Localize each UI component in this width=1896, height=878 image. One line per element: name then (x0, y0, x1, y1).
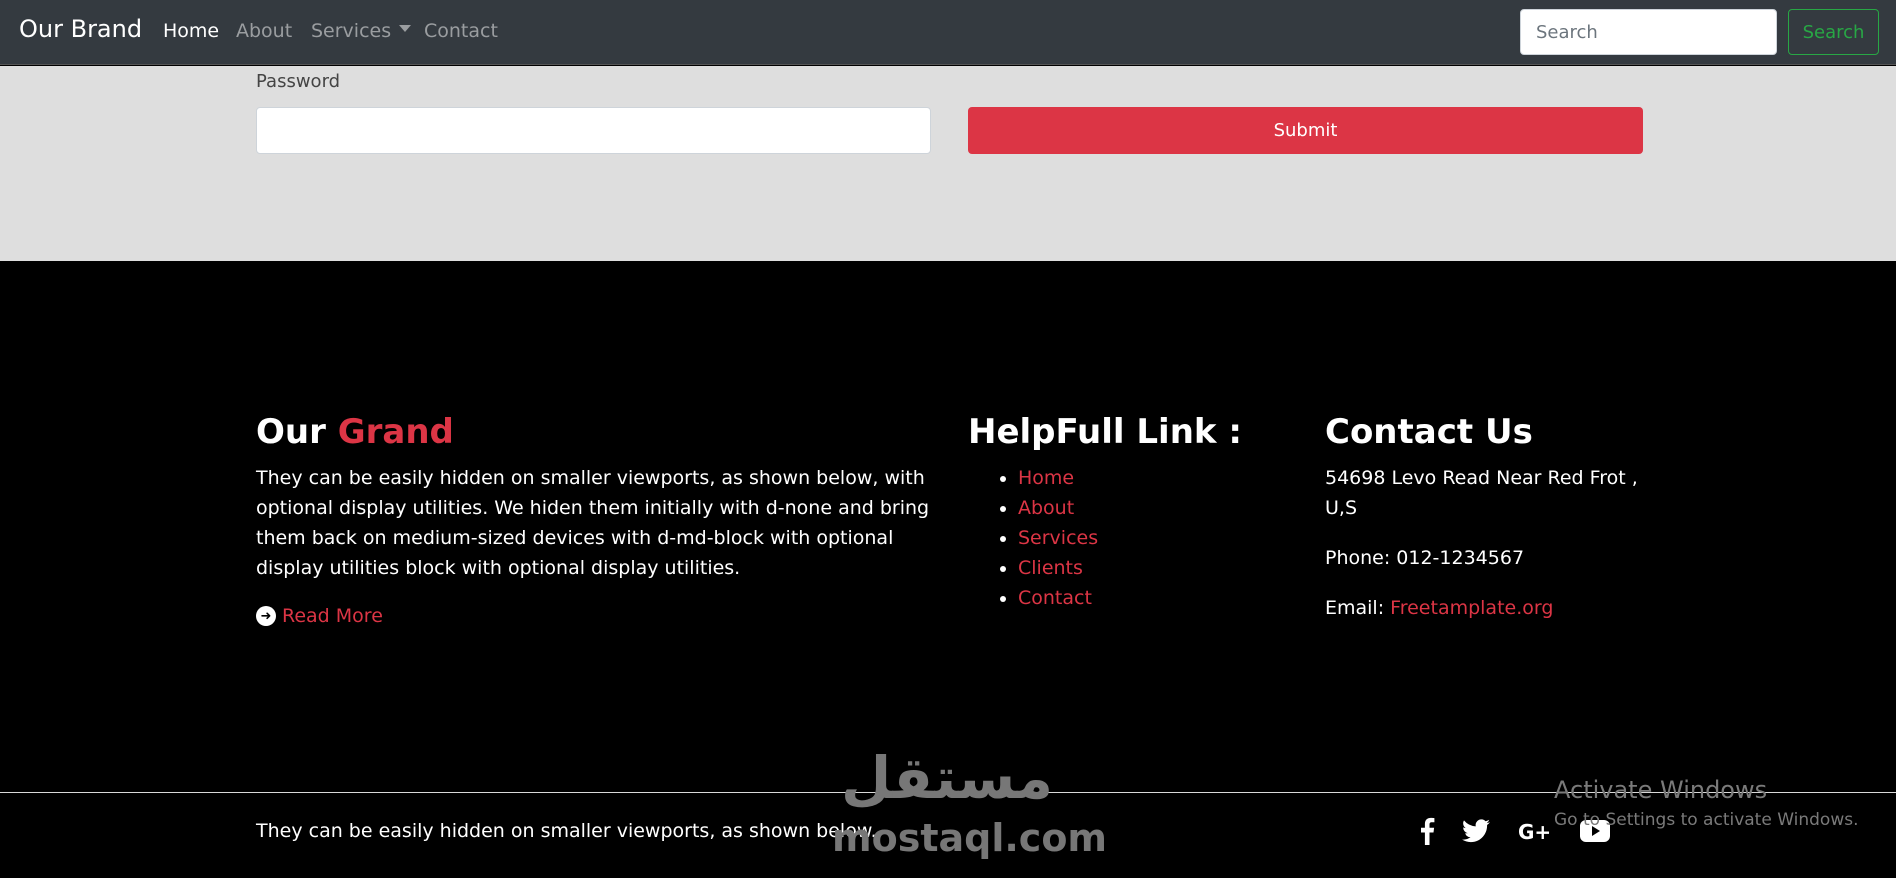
activate-windows-title: Activate Windows (1554, 776, 1768, 804)
footer-link-item[interactable]: About (1018, 493, 1098, 523)
footer-link-home[interactable]: Home (1018, 467, 1074, 489)
search-input[interactable] (1520, 9, 1777, 55)
brand-logo[interactable]: Our Brand (19, 15, 142, 43)
arrow-circle-right-icon: ➜ (256, 606, 276, 626)
contact-email-link[interactable]: Freetamplate.org (1390, 597, 1553, 619)
nav-services-label: Services (311, 20, 392, 42)
navbar: Our Brand Home About Services Contact Se… (0, 0, 1896, 65)
mostaql-watermark-latin: mostaql.com (832, 816, 1108, 860)
twitter-icon[interactable] (1459, 815, 1493, 847)
google-plus-icon[interactable]: G+ (1518, 815, 1552, 847)
footer-about-title-accent: Grand (337, 412, 454, 452)
footer-about-title: Our Grand (256, 412, 454, 452)
footer-link-item[interactable]: Contact (1018, 583, 1098, 613)
contact-email: Email: Freetamplate.org (1325, 593, 1553, 623)
chevron-down-icon (399, 25, 412, 32)
footer-about-title-plain: Our (256, 412, 326, 452)
mostaql-watermark-arabic: مستقل (840, 744, 1054, 812)
contact-phone: Phone: 012-1234567 (1325, 547, 1525, 569)
search-button[interactable]: Search (1788, 9, 1879, 55)
footer-bottom-text: They can be easily hidden on smaller vie… (256, 820, 877, 842)
footer-link-clients[interactable]: Clients (1018, 557, 1083, 579)
svg-text:G+: G+ (1518, 820, 1551, 842)
footer-contact-title: Contact Us (1325, 412, 1533, 452)
password-label: Password (256, 71, 341, 92)
read-more-link[interactable]: ➜ Read More (256, 605, 383, 627)
contact-address: 54698 Levo Read Near Red Frot , U,S (1325, 467, 1638, 519)
footer-links-title: HelpFull Link : (968, 412, 1242, 452)
nav-home[interactable]: Home (163, 20, 219, 42)
submit-button[interactable]: Submit (968, 107, 1643, 154)
activate-windows-subtitle: Go to Settings to activate Windows. (1554, 810, 1859, 830)
nav-contact[interactable]: Contact (424, 20, 498, 42)
password-field[interactable] (256, 107, 931, 154)
nav-services-dropdown[interactable]: Services (311, 20, 412, 42)
footer-link-item[interactable]: Services (1018, 523, 1098, 553)
read-more-label: Read More (282, 605, 383, 627)
footer-link-about[interactable]: About (1018, 497, 1074, 519)
contact-email-label: Email: (1325, 597, 1385, 619)
form-section: Password Submit (0, 66, 1896, 261)
footer-links-list: Home About Services Clients Contact (1018, 463, 1098, 613)
facebook-icon[interactable] (1410, 815, 1444, 847)
footer-about-text: They can be easily hidden on smaller vie… (256, 467, 930, 579)
footer-link-contact[interactable]: Contact (1018, 587, 1092, 609)
nav-about[interactable]: About (236, 20, 292, 42)
footer-link-item[interactable]: Clients (1018, 553, 1098, 583)
footer-link-item[interactable]: Home (1018, 463, 1098, 493)
footer-link-services[interactable]: Services (1018, 527, 1098, 549)
